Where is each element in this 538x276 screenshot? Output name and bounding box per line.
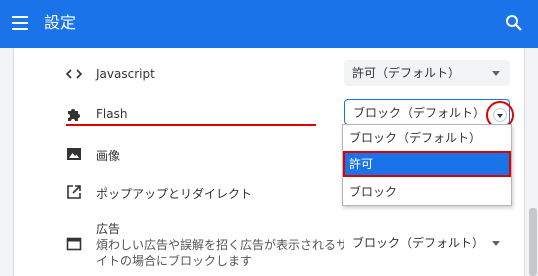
setting-description: イトの場合にブロックします (96, 254, 253, 268)
web-asset-icon (66, 237, 82, 251)
setting-label: Flash (96, 107, 128, 121)
setting-label: 広告 (96, 222, 121, 236)
setting-row-javascript: Javascript 許可（デフォルト） (62, 54, 522, 94)
scrollbar-thumb[interactable] (529, 208, 537, 276)
setting-label: Javascript (96, 67, 155, 81)
setting-description: 煩わしい広告や誤解を招く広告が表示されるサ (96, 238, 349, 252)
search-icon[interactable] (505, 14, 523, 32)
dropdown-option-selected[interactable]: 許可 (343, 151, 511, 177)
javascript-select[interactable]: 許可（デフォルト） (344, 60, 510, 86)
dropdown-arrow-button[interactable] (493, 108, 507, 122)
ads-select[interactable]: ブロック（デフォルト） (344, 230, 510, 256)
chevron-down-icon (492, 71, 500, 76)
chevron-down-icon (492, 241, 500, 246)
setting-row-ads: 広告 煩わしい広告や誤解を招く広告が表示されるサ イトの場合にブロックします ブ… (62, 214, 522, 274)
hamburger-menu-icon[interactable] (12, 16, 28, 30)
select-value: 許可（デフォルト） (352, 66, 461, 80)
page-gutter-left (0, 48, 14, 276)
flash-select[interactable]: ブロック（デフォルト） (344, 99, 510, 125)
open-in-new-icon (67, 185, 81, 199)
scrollbar[interactable] (524, 48, 538, 276)
dropdown-option[interactable]: ブロック（デフォルト） (343, 125, 511, 151)
image-icon (67, 148, 81, 160)
puzzle-piece-icon (68, 109, 80, 121)
code-icon (66, 69, 82, 79)
select-value: ブロック（デフォルト） (352, 236, 485, 250)
chevron-down-icon (497, 114, 503, 118)
dropdown-option[interactable]: ブロック (343, 179, 511, 205)
app-header: 設定 (0, 0, 538, 48)
page-title: 設定 (44, 13, 77, 32)
flash-dropdown-list[interactable]: ブロック（デフォルト） 許可 ブロック (342, 124, 512, 206)
select-value: ブロック（デフォルト） (353, 106, 486, 120)
setting-label: 画像 (96, 149, 121, 163)
annotation-underline (66, 124, 316, 126)
setting-label: ポップアップとリダイレクト (96, 187, 253, 201)
